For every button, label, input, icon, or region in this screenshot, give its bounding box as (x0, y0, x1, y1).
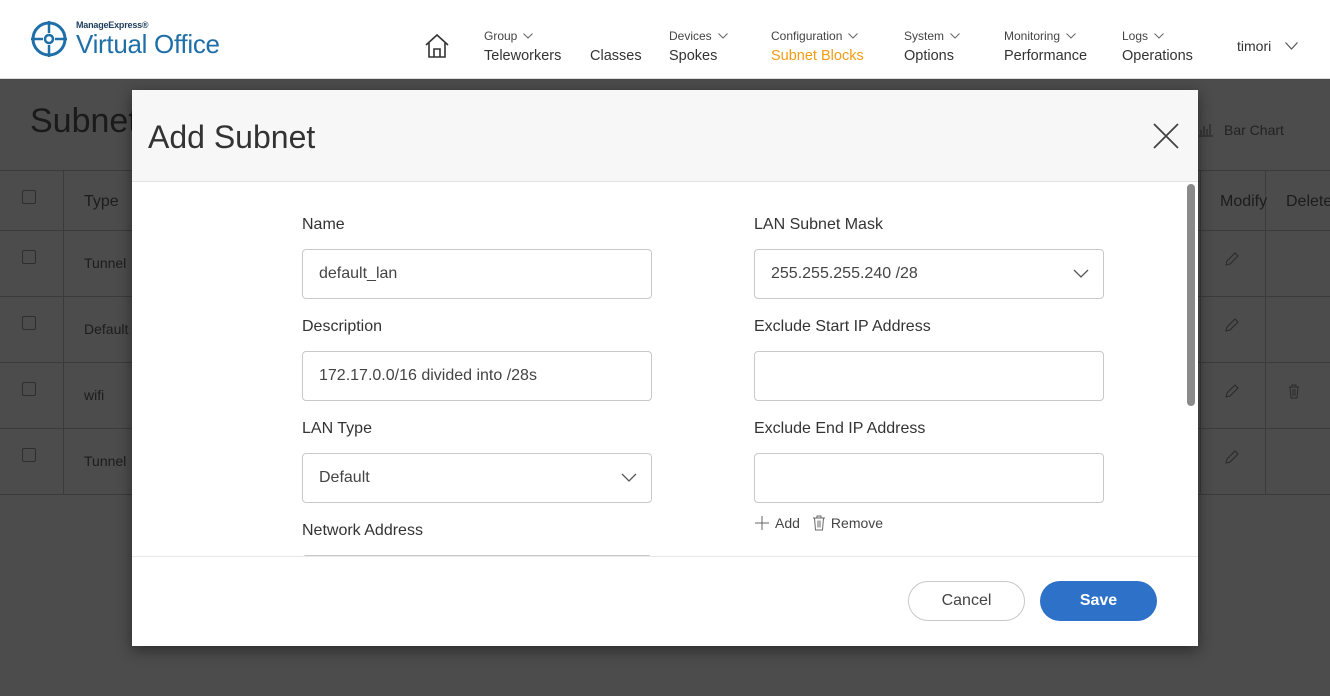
pencil-icon[interactable] (1224, 317, 1240, 333)
nav-performance-label: Performance (1004, 48, 1088, 64)
network-address-label: Network Address (302, 522, 423, 539)
chevron-down-icon (717, 32, 728, 39)
nav-spokes-label: Spokes (669, 48, 718, 64)
chevron-down-icon (1066, 32, 1076, 39)
save-button[interactable]: Save (1040, 581, 1157, 621)
nav-logs-label: Logs (1122, 28, 1149, 43)
plus-icon (755, 516, 769, 530)
row-type: wifi (84, 387, 105, 403)
chevron-down-icon (1285, 42, 1299, 50)
row-checkbox[interactable] (22, 382, 36, 396)
user-name: timori (1237, 38, 1272, 54)
remove-label: Remove (830, 515, 884, 531)
lan-type-select[interactable]: Default (302, 453, 652, 503)
home-icon[interactable] (424, 33, 450, 59)
chevron-down-icon (1073, 269, 1089, 278)
nav-operations[interactable]: Logs Operations (1122, 28, 1193, 65)
nav-performance[interactable]: Monitoring Performance (1004, 28, 1088, 65)
exclude-end-ip-input[interactable] (771, 469, 1087, 487)
row-type: Default (84, 321, 129, 337)
dialog-title: Add Subnet (148, 119, 316, 155)
lan-type-value: Default (319, 469, 370, 486)
name-input[interactable] (319, 265, 635, 283)
nav-configuration-label: Configuration (771, 28, 843, 43)
add-label: Add (775, 515, 800, 531)
nav-group-label: Group (484, 28, 518, 43)
pencil-icon[interactable] (1224, 449, 1240, 465)
user-menu[interactable]: timori (1237, 38, 1299, 54)
lan-subnet-mask-label: LAN Subnet Mask (754, 216, 883, 233)
column-header-delete: Delete (1286, 193, 1330, 210)
exclude-end-ip-field[interactable] (754, 453, 1104, 503)
scrollbar-thumb[interactable] (1187, 184, 1195, 406)
chevron-down-icon (848, 32, 859, 39)
exclude-start-ip-label: Exclude Start IP Address (754, 318, 931, 335)
nav-devices-label: Devices (669, 28, 712, 43)
chevron-down-icon (950, 32, 960, 39)
chevron-down-icon (523, 32, 534, 39)
pencil-icon[interactable] (1224, 251, 1240, 267)
column-header-modify: Modify (1220, 193, 1268, 210)
description-label: Description (302, 318, 383, 335)
nav-classes-label: Classes (590, 48, 642, 64)
cancel-button[interactable]: Cancel (908, 581, 1025, 621)
lan-subnet-mask-select[interactable]: 255.255.255.240 /28 (754, 249, 1104, 299)
nav-teleworkers[interactable]: Group Teleworkers (484, 28, 562, 65)
name-label: Name (302, 216, 345, 233)
exclude-start-ip-input[interactable] (771, 367, 1087, 385)
page-title: Subnet (30, 102, 138, 140)
chevron-down-icon (1154, 32, 1164, 39)
row-checkbox[interactable] (22, 448, 36, 462)
column-header-type: Type (84, 193, 119, 210)
nav-subnet-blocks-label: Subnet Blocks (771, 48, 864, 64)
nav-operations-label: Operations (1122, 48, 1193, 64)
nav-options-label: Options (904, 48, 954, 64)
nav-teleworkers-label: Teleworkers (484, 48, 562, 64)
nav-options[interactable]: System Options (904, 28, 960, 64)
dialog-footer: Cancel Save (132, 556, 1198, 646)
row-type: Tunnel (84, 453, 127, 469)
description-input[interactable] (319, 367, 635, 385)
nav-classes[interactable]: Classes (590, 28, 642, 64)
remove-button[interactable]: Remove (812, 515, 883, 531)
name-field[interactable] (302, 249, 652, 299)
add-button[interactable]: Add (754, 515, 800, 531)
bar-chart-toggle[interactable]: Bar Chart (1198, 122, 1284, 138)
exclude-start-ip-field[interactable] (754, 351, 1104, 401)
close-icon[interactable] (1152, 122, 1180, 150)
chevron-down-icon (621, 473, 637, 482)
bar-chart-icon (1199, 124, 1213, 137)
add-subnet-dialog: Add Subnet Name Description LAN Type Def… (132, 90, 1198, 646)
row-type: Tunnel (84, 255, 127, 271)
top-navigation-bar: ManageExpress® Virtual Office Group Tele… (0, 0, 1330, 79)
nav-system-label: System (904, 28, 945, 43)
nav-monitoring-label: Monitoring (1004, 28, 1061, 43)
pencil-icon[interactable] (1224, 383, 1240, 399)
row-checkbox[interactable] (22, 316, 36, 330)
dialog-body: Name Description LAN Type Default Networ… (132, 182, 1198, 556)
select-all-checkbox[interactable] (22, 190, 36, 204)
logo-product-text: Virtual Office (76, 29, 220, 59)
nav-spokes[interactable]: Devices Spokes (669, 28, 728, 64)
dialog-scrollbar[interactable] (1187, 182, 1195, 556)
bar-chart-label: Bar Chart (1224, 122, 1284, 138)
dialog-header: Add Subnet (132, 90, 1198, 182)
exclude-end-ip-label: Exclude End IP Address (754, 420, 926, 437)
logo-crosshair-icon (31, 21, 67, 57)
lan-type-label: LAN Type (302, 420, 372, 437)
lan-subnet-mask-value: 255.255.255.240 /28 (771, 265, 918, 282)
app-logo[interactable]: ManageExpress® Virtual Office (30, 20, 220, 58)
trash-icon[interactable] (1286, 383, 1302, 399)
nav-subnet-blocks[interactable]: Configuration Subnet Blocks (771, 28, 864, 65)
description-field[interactable] (302, 351, 652, 401)
trash-icon (812, 515, 825, 531)
exclude-range-actions: Add Remove (754, 515, 883, 531)
row-checkbox[interactable] (22, 250, 36, 264)
